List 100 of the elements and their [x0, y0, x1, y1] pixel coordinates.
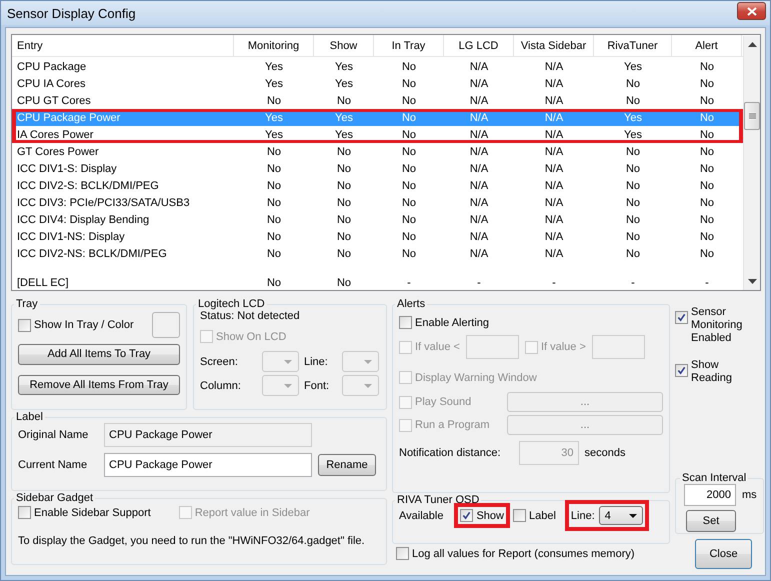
table-cell-text: No [698, 128, 716, 142]
table-cell-text: No [698, 162, 716, 176]
column-header[interactable]: Show [314, 35, 374, 56]
window-title: Sensor Display Config [7, 6, 136, 20]
table-cell-text: No [400, 230, 418, 244]
table-cell-text: Yes [264, 60, 284, 74]
field-label: Font: [304, 380, 330, 392]
unit-label: ms [742, 489, 757, 501]
column-header[interactable]: RivaTuner [594, 35, 672, 56]
field-label: Available [399, 510, 444, 522]
table-row[interactable]: CPU Package Yes Yes No N/A N/A Yes No [12, 58, 743, 75]
table-row[interactable]: CPU GT Cores No No No N/A N/A No No [12, 92, 743, 109]
group-title: Logitech LCD [197, 298, 266, 310]
table-cell-text: No [336, 212, 352, 228]
status-text: Status: Not detected [200, 310, 301, 322]
table-cell-text: Yes [264, 76, 284, 92]
table-row[interactable]: ICC DIV4: Display Bending No No No N/A N/A No No [12, 211, 743, 228]
column-header[interactable]: Monitoring [234, 35, 314, 56]
table-cell-text: No [400, 94, 418, 108]
text-field[interactable]: CPU Package Power [104, 453, 312, 477]
table-row[interactable]: IA Cores Power Yes Yes No N/A N/A Yes No [12, 126, 743, 143]
table-cell-text: N/A [544, 178, 564, 194]
table-row[interactable]: ICC DIV2-S: BCLK/DMI/PEG No No No N/A N/A No No [12, 177, 743, 194]
field-label: Original Name [18, 429, 90, 441]
table-cell-text: No [400, 212, 418, 228]
table-cell-text: No [624, 144, 642, 160]
table-cell-text: No [266, 246, 282, 262]
table-cell-text: N/A [468, 178, 490, 194]
table-cell-text: No [624, 212, 642, 228]
checkbox-label[interactable]: Label [528, 510, 556, 522]
table-cell-text: No [400, 196, 418, 210]
table-cell-text: No [400, 76, 418, 92]
table-cell-text: No [624, 94, 642, 108]
checkbox-label[interactable]: Show In Tray / Color [34, 319, 134, 331]
table-cell-text: No [266, 196, 282, 210]
table-cell-text: No [400, 110, 418, 126]
table-cell-text: No [336, 162, 352, 176]
table-cell-text: No [400, 144, 418, 160]
table-cell-text: No [698, 110, 716, 126]
set-button[interactable]: Set [686, 510, 736, 532]
table-cell-text: ICC DIV2-NS: BCLK/DMI/PEG [16, 246, 168, 262]
table-cell-text: No [400, 178, 418, 194]
table-cell-text: N/A [468, 246, 490, 262]
group-title: Tray [15, 298, 39, 310]
table-row[interactable]: [DELL EC] No No - - - - - [12, 274, 743, 290]
table-cell-text: N/A [468, 162, 490, 176]
tray-button[interactable]: Remove All Items From Tray [18, 374, 180, 395]
group-title: RIVA Tuner OSD [396, 494, 480, 506]
group-title: Label [15, 411, 44, 423]
checkbox-label[interactable]: Show [476, 510, 504, 522]
field-label: Screen: [200, 356, 239, 368]
table-cell-text: No [698, 94, 716, 108]
table-cell-text: ICC DIV4: Display Bending [16, 212, 150, 228]
table-cell-text: No [266, 230, 282, 244]
table-cell-text: No [336, 178, 352, 194]
checkbox-label[interactable]: Log all values for Report (consumes memory) [412, 548, 635, 560]
table-cell-text: CPU GT Cores [16, 94, 92, 108]
field-label: Column: [200, 380, 242, 392]
column-header[interactable]: Entry [12, 35, 234, 56]
rename-button[interactable]: Rename [318, 454, 376, 476]
column-header[interactable]: Alert [672, 35, 742, 56]
checkbox-label[interactable]: Enable Alerting [415, 316, 489, 328]
close-button[interactable]: Close [695, 539, 752, 569]
column-header[interactable]: Vista Sidebar [514, 35, 594, 56]
checkbox-label[interactable]: Show Reading [691, 359, 757, 385]
table-cell-text: [DELL EC] [16, 276, 70, 290]
table-cell-text: ICC DIV1-NS: Display [16, 230, 126, 244]
checkbox-label[interactable]: Enable Sidebar Support [34, 506, 151, 518]
table-cell-text: No [336, 246, 352, 262]
table-row[interactable]: GT Cores Power No No No N/A N/A No No [12, 143, 743, 160]
table-row[interactable]: CPU IA Cores Yes Yes No N/A N/A No No [12, 75, 743, 92]
table-row[interactable]: ICC DIV1-S: Display No No No N/A N/A No No [12, 160, 743, 177]
table-cell-text: CPU IA Cores [16, 76, 86, 92]
field-label: Line: [304, 356, 329, 368]
table-cell-text: No [336, 230, 352, 244]
table-cell-text: No [336, 276, 352, 290]
table-cell-text: N/A [544, 212, 564, 228]
table-cell-text: No [266, 212, 282, 228]
table-row[interactable]: ICC DIV1-NS: Display No No No N/A N/A No No [12, 228, 743, 245]
table-cell-text: N/A [468, 230, 490, 244]
table-cell-text: No [624, 196, 642, 210]
column-header[interactable]: LG LCD [444, 35, 514, 56]
table-row[interactable]: ICC DIV3: PCIe/PCI33/SATA/USB3 No No No N/A N/A No No [12, 194, 743, 211]
table-cell-text: - [476, 276, 482, 290]
table-row[interactable]: ICC DIV2-NS: BCLK/DMI/PEG No No No N/A N/A No No [12, 245, 743, 262]
text-field[interactable]: 2000 [684, 484, 736, 506]
checkbox-label[interactable]: Sensor Monitoring Enabled [691, 306, 757, 345]
table-cell-text: - [406, 276, 412, 290]
table-cell-text: No [624, 178, 642, 194]
tray-button[interactable]: Add All Items To Tray [18, 344, 180, 364]
table-cell-text: N/A [544, 60, 564, 74]
table-cell-text: No [266, 144, 282, 160]
column-header[interactable]: In Tray [374, 35, 444, 56]
table-cell-text: No [400, 162, 418, 176]
table-cell-text: No [336, 94, 352, 108]
table-cell-text: No [266, 94, 282, 108]
dropdown[interactable]: 4 [598, 506, 643, 525]
table-cell-text: N/A [468, 144, 490, 160]
table-cell-text: No [336, 196, 352, 210]
table-cell-text: No [400, 128, 418, 142]
